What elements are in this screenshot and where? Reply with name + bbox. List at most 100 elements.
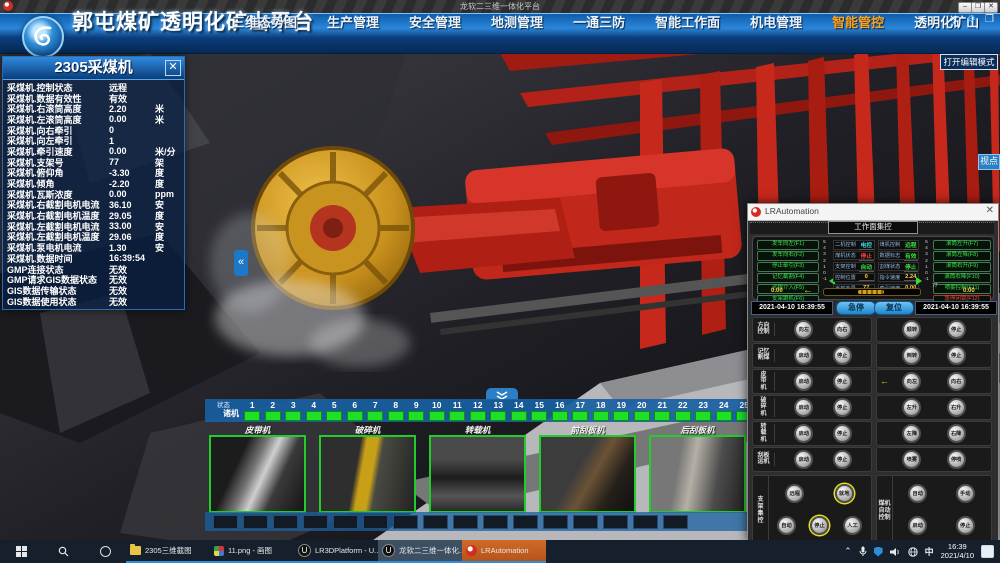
equipment-button[interactable]: 启动	[794, 346, 813, 365]
pager-slot[interactable]	[453, 515, 478, 529]
channel-indicator[interactable]: 2	[263, 399, 284, 421]
clock[interactable]: 16:39 2021/4/10	[941, 543, 974, 560]
equipment-button[interactable]: 停止	[833, 398, 852, 417]
shield-icon[interactable]	[874, 547, 883, 557]
equipment-button[interactable]: 停止	[947, 346, 966, 365]
channel-indicator[interactable]: 16	[550, 399, 571, 421]
equipment-button[interactable]: 左升	[902, 398, 921, 417]
channel-indicator[interactable]: 13	[488, 399, 509, 421]
channel-indicator[interactable]: 20	[632, 399, 653, 421]
workface-control-tab[interactable]: 工作面集控	[828, 221, 918, 234]
channel-indicator[interactable]: 4	[304, 399, 325, 421]
equipment-button[interactable]: 向左	[902, 372, 921, 391]
traction-slider[interactable]: 77	[823, 288, 921, 296]
equipment-button[interactable]: 左降	[902, 424, 921, 443]
pager-slot[interactable]	[483, 515, 508, 529]
restore-icon[interactable]: ❐	[983, 13, 996, 26]
equipment-button[interactable]: 远程	[785, 484, 804, 503]
notification-center-icon[interactable]	[981, 545, 994, 558]
equipment-button[interactable]: 自动	[777, 516, 796, 535]
cortana-button[interactable]	[84, 540, 126, 563]
camera-thumbnail[interactable]: 前刮板机	[539, 424, 636, 513]
speaker-icon[interactable]	[890, 547, 901, 557]
equipment-button[interactable]: 停止	[833, 424, 852, 443]
equipment-button[interactable]: 停止	[833, 450, 852, 469]
channel-indicator[interactable]: 15	[529, 399, 550, 421]
function-button[interactable]: 发车向左(F1)	[757, 240, 819, 250]
camera-feed-image[interactable]	[539, 435, 636, 513]
network-globe-icon[interactable]	[908, 547, 918, 557]
function-button[interactable]: 发车向右(F2)	[757, 251, 819, 261]
equipment-button[interactable]: 启动	[908, 516, 927, 535]
pager-slot[interactable]	[663, 515, 688, 529]
equipment-button[interactable]: 启动	[794, 424, 813, 443]
equipment-button[interactable]: 停止	[833, 346, 852, 365]
pager-slot[interactable]	[273, 515, 298, 529]
function-button[interactable]: 停止牵引(F3)	[757, 262, 819, 272]
function-button[interactable]: 滚筒左升(F7)	[933, 240, 991, 250]
channel-indicator[interactable]: 23	[693, 399, 714, 421]
nav-item[interactable]: 智能管控	[832, 12, 884, 31]
function-button[interactable]: 记忆截割(F4)	[757, 273, 819, 283]
pager-slot[interactable]	[513, 515, 538, 529]
taskbar-app[interactable]: ULR3DPlatform - U...	[294, 540, 378, 563]
camera-thumbnail[interactable]: 皮带机	[209, 424, 306, 513]
taskbar-app[interactable]: 2305三维截图	[126, 540, 210, 563]
camera-feed-image[interactable]	[649, 435, 746, 513]
taskbar-app[interactable]: 11.png - 画图	[210, 540, 294, 563]
pager-slot[interactable]	[333, 515, 358, 529]
lrautomation-close-icon[interactable]: ✕	[986, 205, 994, 216]
equipment-button[interactable]: 右升	[947, 398, 966, 417]
equipment-button[interactable]: 向左	[794, 320, 813, 339]
equipment-button[interactable]: 向右	[947, 372, 966, 391]
tools-icon[interactable]: ✕	[947, 13, 960, 26]
equipment-button[interactable]: 停喷	[947, 450, 966, 469]
channel-indicator[interactable]: 14	[509, 399, 530, 421]
camera-thumbnail[interactable]: 破碎机	[319, 424, 416, 513]
camera-feed-image[interactable]	[429, 435, 526, 513]
pager-slot[interactable]	[213, 515, 238, 529]
taskbar-app[interactable]: U龙软二三维一体化...	[378, 540, 462, 563]
pager-slot[interactable]	[393, 515, 418, 529]
channel-indicator[interactable]: 7	[365, 399, 386, 421]
nav-item[interactable]: 三维态势图	[232, 12, 297, 31]
nav-item[interactable]: 一通三防	[573, 12, 625, 31]
pager-slot[interactable]	[543, 515, 568, 529]
equipment-button[interactable]: 右降	[947, 424, 966, 443]
viewpoint-tab[interactable]: 视点	[978, 154, 1000, 170]
gear-icon[interactable]: ⚙	[965, 13, 978, 26]
pager-slot[interactable]	[363, 515, 388, 529]
channel-indicator[interactable]: 18	[591, 399, 612, 421]
start-button[interactable]	[0, 540, 42, 563]
equipment-button[interactable]: 顺转	[902, 320, 921, 339]
camera-thumbnail[interactable]: 后刮板机	[649, 424, 746, 513]
channel-indicator[interactable]: 9	[406, 399, 427, 421]
ime-indicator[interactable]: 中	[925, 545, 934, 558]
channel-indicator[interactable]: 24	[714, 399, 735, 421]
function-button[interactable]: 滚筒右升(F9)	[933, 262, 991, 272]
close-button[interactable]: ✕	[984, 2, 998, 13]
equipment-button[interactable]: 启动	[794, 398, 813, 417]
channel-indicator[interactable]: 21	[652, 399, 673, 421]
equipment-button[interactable]: 人工	[843, 516, 862, 535]
channel-indicator[interactable]: 1	[242, 399, 263, 421]
camera-feed-image[interactable]	[209, 435, 306, 513]
open-edit-mode-button[interactable]: 打开编辑模式	[940, 54, 998, 70]
function-button[interactable]: 滚筒右降(F10)	[933, 273, 991, 283]
channel-indicator[interactable]: 6	[345, 399, 366, 421]
camera-feed-image[interactable]	[319, 435, 416, 513]
estop-button[interactable]: 急停	[836, 301, 876, 315]
slider-handle[interactable]	[858, 290, 884, 294]
equipment-button[interactable]: 停止	[810, 516, 829, 535]
channel-indicator[interactable]: 5	[324, 399, 345, 421]
channel-indicator[interactable]: 3	[283, 399, 304, 421]
pager-slot[interactable]	[633, 515, 658, 529]
equipment-button[interactable]: 喷雾	[902, 450, 921, 469]
equipment-button[interactable]: 自动	[908, 484, 927, 503]
microphone-icon[interactable]	[859, 546, 867, 557]
pager-slot[interactable]	[243, 515, 268, 529]
nav-item[interactable]: 生产管理	[327, 12, 379, 31]
nav-item[interactable]: 地测管理	[491, 12, 543, 31]
equipment-button[interactable]: 就地	[835, 484, 854, 503]
panel-collapse-chevron[interactable]: «	[234, 250, 248, 276]
